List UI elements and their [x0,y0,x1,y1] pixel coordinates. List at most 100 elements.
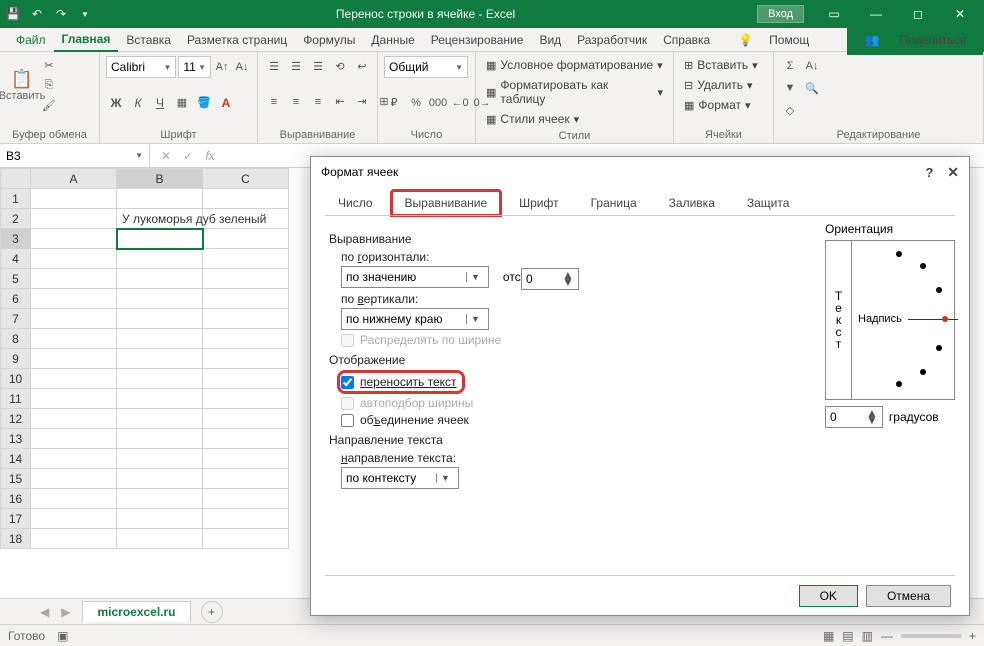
save-icon[interactable]: 💾 [4,5,22,23]
format-cells-button[interactable]: ▦ Формат ▾ [680,96,767,114]
tab-insert[interactable]: Вставка [118,29,179,51]
direction-combo[interactable]: по контексту▼ [341,467,459,489]
qat-dropdown-icon[interactable]: ▼ [76,5,94,23]
dlg-tab-alignment[interactable]: Выравнивание [392,191,501,215]
row-header[interactable]: 2 [1,209,31,229]
row-header[interactable]: 16 [1,489,31,509]
underline-button[interactable]: Ч [150,93,170,113]
increase-indent-icon[interactable]: ⇥ [352,92,372,112]
cell-styles-button[interactable]: ▦ Стили ячеек ▾ [482,110,667,128]
fx-icon[interactable]: fx [202,149,218,163]
row-header[interactable]: 5 [1,269,31,289]
page-break-icon[interactable]: ▥ [862,629,873,643]
row-header[interactable]: 3 [1,229,31,249]
cancel-formula-icon[interactable]: ✕ [158,149,174,163]
font-size-combo[interactable]: 11▼ [178,56,211,78]
macro-record-icon[interactable]: ▣ [57,629,68,643]
degrees-spinner[interactable]: 0▲▼ [825,406,883,428]
undo-icon[interactable]: ↶ [28,5,46,23]
indent-spinner[interactable]: 0▲▼ [521,268,579,290]
row-header[interactable]: 12 [1,409,31,429]
italic-button[interactable]: К [128,93,148,113]
prev-sheet-icon[interactable]: ◀ [40,605,49,619]
row-header[interactable]: 15 [1,469,31,489]
tab-file[interactable]: Файл [8,29,54,51]
active-cell[interactable] [117,229,203,249]
dlg-tab-number[interactable]: Число [325,191,386,215]
bold-button[interactable]: Ж [106,93,126,113]
tab-developer[interactable]: Разработчик [569,29,655,51]
cancel-button[interactable]: Отмена [866,585,951,607]
row-header[interactable]: 4 [1,249,31,269]
align-left-icon[interactable]: ≡ [264,92,284,112]
tab-review[interactable]: Рецензирование [423,29,532,51]
zoom-in-icon[interactable]: + [969,629,976,643]
row-header[interactable]: 14 [1,449,31,469]
dlg-tab-fill[interactable]: Заливка [656,191,728,215]
align-center-icon[interactable]: ≡ [286,92,306,112]
dlg-tab-font[interactable]: Шрифт [506,191,571,215]
format-as-table-button[interactable]: ▦ Форматировать как таблицу ▾ [482,76,667,108]
comma-icon[interactable]: 000 [428,93,448,113]
name-box[interactable]: B3▼ [0,144,150,167]
zoom-slider[interactable] [901,634,961,638]
login-button[interactable]: Вход [757,5,804,23]
accounting-icon[interactable]: ₽ [384,93,404,113]
normal-view-icon[interactable]: ▦ [823,629,834,643]
sort-icon[interactable]: A↓ [802,56,822,76]
copy-icon[interactable]: ⎘ [40,76,58,94]
clear-icon[interactable]: ◇ [780,100,800,120]
tab-page-layout[interactable]: Разметка страниц [179,29,295,51]
delete-cells-button[interactable]: ⊟ Удалить ▾ [680,76,767,94]
enter-formula-icon[interactable]: ✓ [180,149,196,163]
fill-color-icon[interactable]: 🪣 [194,93,214,113]
zoom-out-icon[interactable]: — [881,629,893,643]
col-header[interactable]: A [31,169,117,189]
decrease-indent-icon[interactable]: ⇤ [330,92,350,112]
align-bottom-icon[interactable]: ☰ [308,56,328,76]
horizontal-combo[interactable]: по значению▼ [341,266,489,288]
dlg-tab-border[interactable]: Граница [578,191,650,215]
align-top-icon[interactable]: ☰ [264,56,284,76]
row-header[interactable]: 11 [1,389,31,409]
lightbulb-icon[interactable]: 💡 [730,29,761,51]
vertical-combo[interactable]: по нижнему краю▼ [341,308,489,330]
col-header[interactable]: B [117,169,203,189]
row-header[interactable]: 9 [1,349,31,369]
number-format-combo[interactable]: Общий▼ [384,56,468,78]
increase-font-icon[interactable]: A↑ [213,58,231,76]
vertical-text-button[interactable]: Текст [826,241,852,399]
percent-icon[interactable]: % [406,93,426,113]
orientation-control[interactable]: Текст Надпись [825,240,955,400]
row-header[interactable]: 6 [1,289,31,309]
add-sheet-button[interactable]: + [201,601,223,623]
tab-data[interactable]: Данные [363,29,422,51]
select-all-corner[interactable] [1,169,31,189]
tab-help[interactable]: Справка [655,29,718,51]
dialog-close-icon[interactable]: ✕ [947,164,959,181]
borders-icon[interactable]: ▦ [172,93,192,113]
tab-view[interactable]: Вид [531,29,569,51]
format-painter-icon[interactable]: 🖌 [40,96,58,114]
row-header[interactable]: 7 [1,309,31,329]
dlg-tab-protection[interactable]: Защита [734,191,803,215]
row-header[interactable]: 13 [1,429,31,449]
increase-decimal-icon[interactable]: ←0 [450,93,470,113]
col-header[interactable]: C [203,169,289,189]
find-icon[interactable]: 🔍 [802,78,822,98]
cut-icon[interactable]: ✂ [40,56,58,74]
row-header[interactable]: 17 [1,509,31,529]
share-button[interactable]: 👥 Поделиться [847,25,984,55]
tab-formulas[interactable]: Формулы [295,29,363,51]
row-header[interactable]: 8 [1,329,31,349]
help-search[interactable]: Помощ [761,29,817,51]
orientation-icon[interactable]: ⟲ [330,56,350,76]
tab-home[interactable]: Главная [54,28,119,52]
decrease-font-icon[interactable]: A↓ [233,58,251,76]
row-header[interactable]: 1 [1,189,31,209]
sheet-tab[interactable]: microexcel.ru [82,601,190,622]
ok-button[interactable]: OK [799,585,858,607]
dialog-help-icon[interactable]: ? [925,165,933,180]
font-name-combo[interactable]: Calibri▼ [106,56,176,78]
fill-icon[interactable]: ▼ [780,78,800,98]
